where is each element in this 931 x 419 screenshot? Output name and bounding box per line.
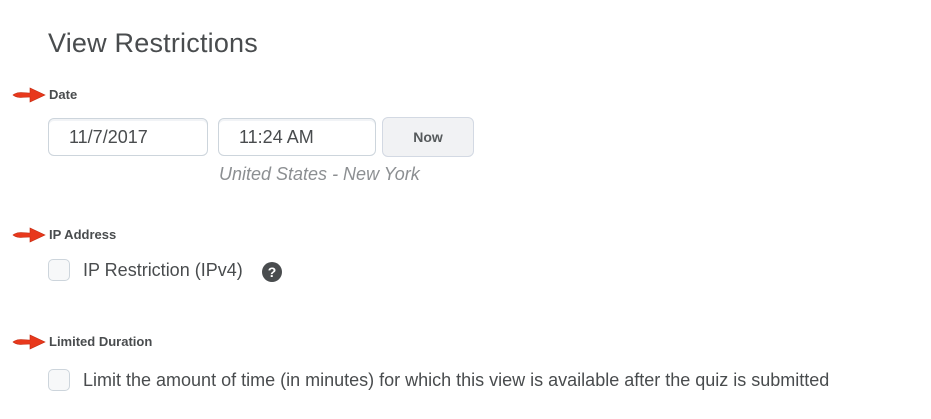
limited-duration-label[interactable]: Limit the amount of time (in minutes) fo… <box>83 370 829 391</box>
date-input[interactable]: 11/7/2017 <box>48 118 208 156</box>
time-input[interactable]: 11:24 AM <box>218 118 376 156</box>
ip-restriction-label[interactable]: IP Restriction (IPv4) <box>83 260 243 281</box>
timezone-label: United States - New York <box>219 164 420 184</box>
limited-duration-section-label: Limited Duration <box>49 334 153 349</box>
red-arrow-icon <box>12 87 46 103</box>
ip-restriction-checkbox[interactable] <box>48 259 70 281</box>
page-title: View Restrictions <box>48 28 258 58</box>
limited-duration-checkbox[interactable] <box>48 369 70 391</box>
date-section-label: Date <box>49 87 78 102</box>
help-icon[interactable]: ? <box>262 262 282 282</box>
red-arrow-icon <box>12 334 46 350</box>
now-button[interactable]: Now <box>382 117 474 157</box>
ip-address-section-label: IP Address <box>49 227 117 242</box>
red-arrow-icon <box>12 227 46 243</box>
